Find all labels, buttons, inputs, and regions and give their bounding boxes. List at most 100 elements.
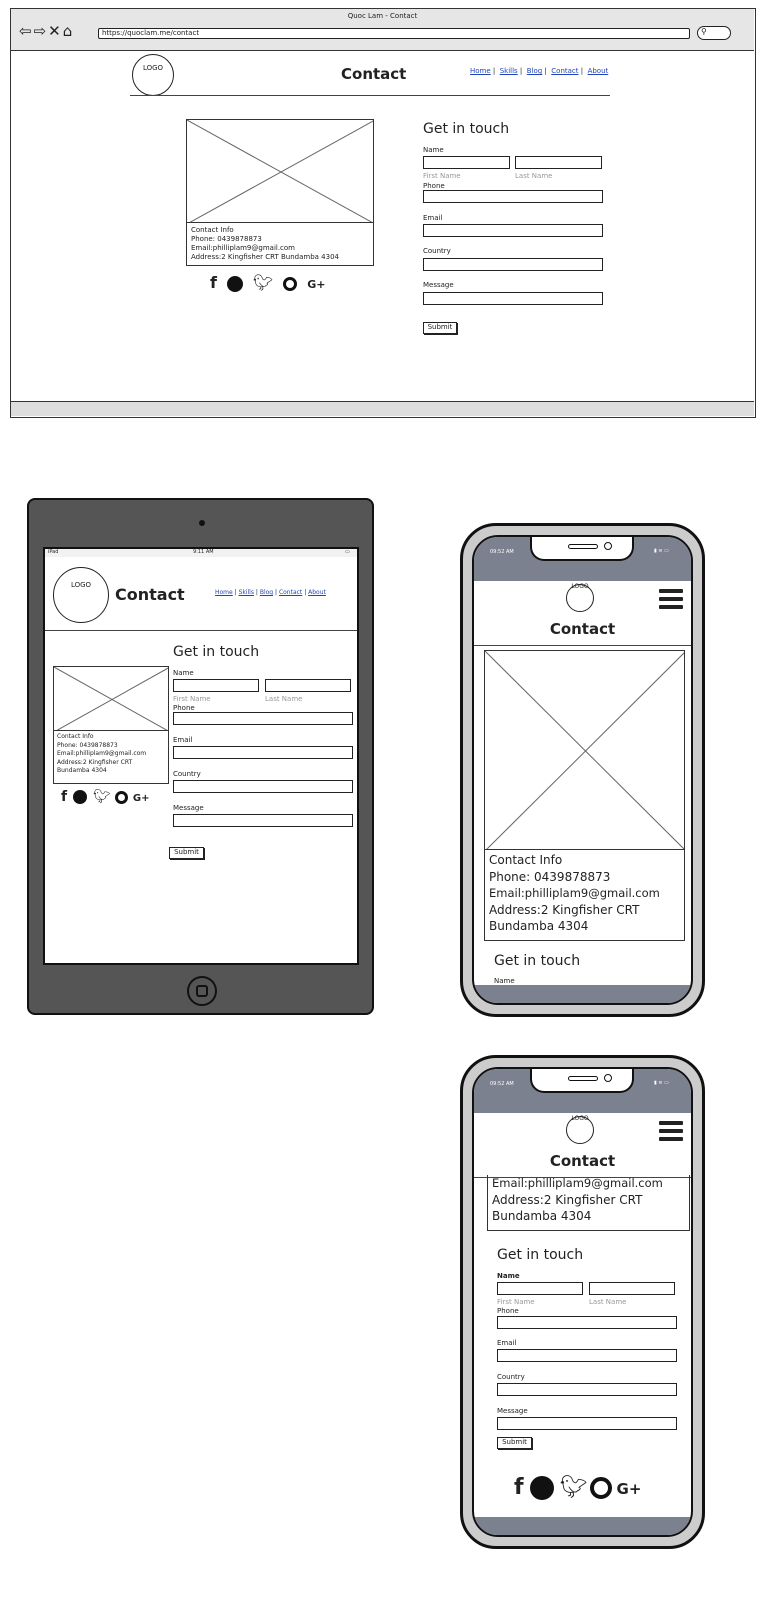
signal-icon: ▮ ≋ ▭ xyxy=(654,1080,669,1086)
address-bar[interactable]: https://quoclam.me/contact xyxy=(98,28,690,39)
search-field[interactable]: ⚲ xyxy=(697,26,731,40)
name-label: Name xyxy=(423,146,444,154)
image-placeholder xyxy=(53,666,169,731)
browser-toolbar: Quoc Lam - Contact ⇦⇨✕⌂ https://quoclam.… xyxy=(11,9,754,51)
phone-input[interactable] xyxy=(497,1316,677,1329)
page-title: Contact xyxy=(549,1152,616,1170)
tablet-camera xyxy=(199,520,205,526)
submit-button[interactable]: Submit xyxy=(423,322,457,334)
phone-screen: 09:52 AM ▮ ≋ ▭ LOGO Contact Contact Info… xyxy=(472,535,693,1005)
desktop-browser-frame: Quoc Lam - Contact ⇦⇨✕⌂ https://quoclam.… xyxy=(10,8,756,418)
phone-label: Phone xyxy=(173,704,195,712)
phone-screen: 09:52 AM ▮ ≋ ▭ LOGO Contact Email:philli… xyxy=(472,1067,693,1537)
reddit-icon[interactable] xyxy=(73,790,88,804)
last-name-input[interactable] xyxy=(265,679,351,692)
social-row: f 🐦︎ G+ xyxy=(61,789,149,805)
nav-contact[interactable]: Contact xyxy=(551,67,578,75)
phone-input[interactable] xyxy=(173,712,353,725)
message-label: Message xyxy=(173,804,204,812)
nav-blog[interactable]: Blog xyxy=(527,67,542,75)
contact-title: Contact Info xyxy=(489,853,563,867)
close-icon[interactable]: ✕ xyxy=(48,22,63,40)
message-input[interactable] xyxy=(497,1417,677,1430)
github-icon[interactable] xyxy=(114,790,128,804)
nav-home[interactable]: Home xyxy=(470,67,491,75)
google-plus-icon[interactable]: G+ xyxy=(617,1480,642,1498)
nav-menu: Home | Skills | Blog | Contact | About xyxy=(470,67,609,75)
nav-home[interactable]: Home xyxy=(215,589,233,596)
header-divider xyxy=(474,645,691,646)
contact-phone: Phone: 0439878873 xyxy=(191,235,262,243)
home-icon[interactable]: ⌂ xyxy=(63,22,75,40)
phone-frame-bottom: 09:52 AM ▮ ≋ ▭ LOGO Contact Email:philli… xyxy=(460,1055,705,1549)
first-name-hint: First Name xyxy=(423,172,461,180)
google-plus-icon[interactable]: G+ xyxy=(133,793,150,804)
country-input[interactable] xyxy=(497,1383,677,1396)
last-name-input[interactable] xyxy=(589,1282,675,1295)
facebook-icon[interactable]: f xyxy=(514,1475,524,1500)
last-name-input[interactable] xyxy=(515,156,602,169)
first-name-input[interactable] xyxy=(497,1282,583,1295)
image-placeholder xyxy=(186,119,374,223)
browser-title: Quoc Lam - Contact xyxy=(347,12,418,20)
logo[interactable]: LOGO xyxy=(53,567,109,623)
github-icon[interactable] xyxy=(589,1477,612,1499)
twitter-icon[interactable]: 🐦︎ xyxy=(253,273,273,292)
first-name-hint: First Name xyxy=(497,1298,535,1306)
nav-menu: Home | Skills | Blog | Contact | About xyxy=(215,589,326,596)
name-label: Name xyxy=(497,1272,520,1280)
phone-label: Phone xyxy=(497,1307,519,1315)
nav-contact[interactable]: Contact xyxy=(279,589,302,596)
hamburger-menu-icon[interactable] xyxy=(659,1121,683,1141)
logo[interactable]: LOGO xyxy=(132,54,174,96)
contact-address: Address:2 Kingfisher CRT Bundamba 4304 xyxy=(191,253,339,261)
first-name-input[interactable] xyxy=(423,156,510,169)
facebook-icon[interactable]: f xyxy=(61,789,67,805)
contact-email: Email:philliplam9@gmail.com xyxy=(492,1176,663,1190)
reddit-icon[interactable] xyxy=(529,1476,554,1500)
nav-about[interactable]: About xyxy=(588,67,609,75)
contact-title: Contact Info xyxy=(57,733,94,740)
hamburger-menu-icon[interactable] xyxy=(659,589,683,609)
nav-skills[interactable]: Skills xyxy=(239,589,254,596)
github-icon[interactable] xyxy=(283,276,298,291)
contact-address: Address:2 Kingfisher CRT xyxy=(492,1192,643,1207)
contact-info-box: Email:philliplam9@gmail.com Address:2 Ki… xyxy=(487,1175,690,1231)
nav-blog[interactable]: Blog xyxy=(260,589,273,596)
logo[interactable]: LOGO xyxy=(566,1115,594,1144)
phone-frame-top: 09:52 AM ▮ ≋ ▭ LOGO Contact Contact Info… xyxy=(460,523,705,1017)
first-name-input[interactable] xyxy=(173,679,259,692)
google-plus-icon[interactable]: G+ xyxy=(307,278,325,291)
contact-info-box: Contact Info Phone: 0439878873 Email:phi… xyxy=(484,849,685,941)
facebook-icon[interactable]: f xyxy=(210,273,217,292)
browser-statusbar xyxy=(11,401,754,416)
phone-input[interactable] xyxy=(423,190,603,203)
contact-email: Email:philliplam9@gmail.com xyxy=(489,886,660,900)
email-input[interactable] xyxy=(497,1349,677,1362)
forward-icon[interactable]: ⇨ xyxy=(34,22,49,40)
email-input[interactable] xyxy=(173,746,353,759)
country-input[interactable] xyxy=(423,258,603,271)
twitter-icon[interactable]: 🐦︎ xyxy=(560,1475,588,1500)
message-label: Message xyxy=(497,1407,528,1415)
message-input[interactable] xyxy=(173,814,353,827)
nav-skills[interactable]: Skills xyxy=(500,67,518,75)
nav-about[interactable]: About xyxy=(308,589,326,596)
contact-address-2: Bundamba 4304 xyxy=(489,919,589,933)
country-input[interactable] xyxy=(173,780,353,793)
country-label: Country xyxy=(173,770,201,778)
email-label: Email xyxy=(173,736,193,744)
email-input[interactable] xyxy=(423,224,603,237)
contact-email: Email:philliplam9@gmail.com xyxy=(57,750,147,757)
back-icon[interactable]: ⇦ xyxy=(19,22,34,40)
submit-button[interactable]: Submit xyxy=(497,1437,532,1449)
tablet-screen: iPad 9:11 AM ▭ LOGO Contact Home | Skill… xyxy=(43,547,359,965)
twitter-icon[interactable]: 🐦︎ xyxy=(93,789,111,805)
logo[interactable]: LOGO xyxy=(566,583,594,612)
tablet-home-button[interactable] xyxy=(187,976,217,1006)
message-input[interactable] xyxy=(423,292,603,305)
reddit-icon[interactable] xyxy=(226,275,243,292)
last-name-hint: Last Name xyxy=(265,695,303,703)
submit-button[interactable]: Submit xyxy=(169,847,204,859)
social-row: f 🐦︎ G+ xyxy=(210,273,326,292)
